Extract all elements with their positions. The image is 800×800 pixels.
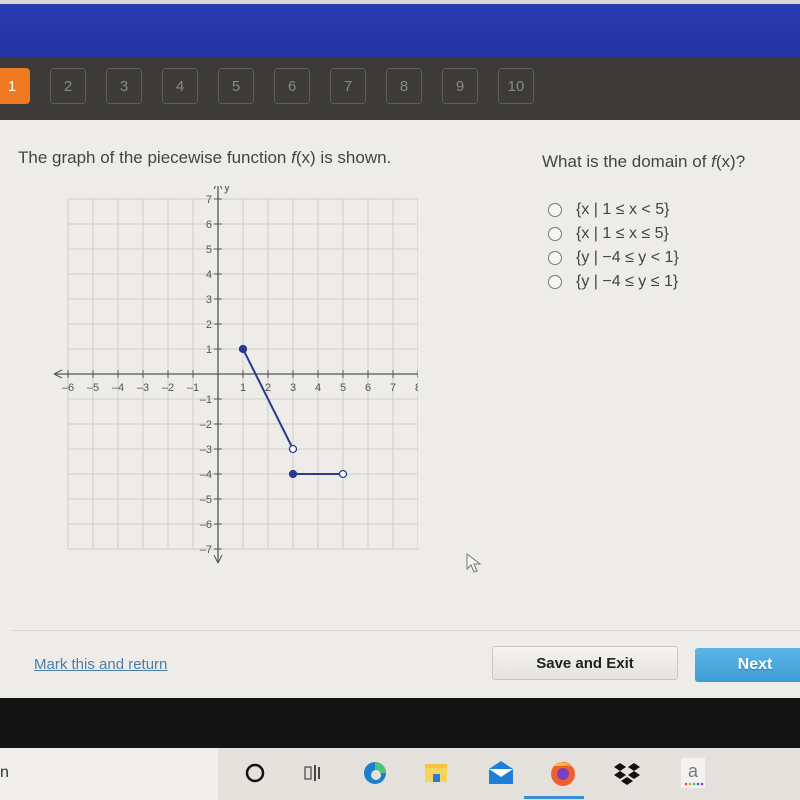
question-nav-button[interactable]: 1 [0, 68, 30, 104]
prompt-text: What is the domain of [542, 152, 712, 171]
taskbar: n a [0, 748, 800, 800]
question-nav-button[interactable]: 2 [50, 68, 86, 104]
y-tick-label: –2 [200, 419, 212, 431]
prompt-text-end: is shown. [315, 148, 392, 167]
closed-endpoint [238, 344, 248, 354]
x-tick-label: 2 [265, 382, 271, 394]
y-tick-label: –7 [200, 544, 212, 556]
question-nav-button[interactable]: 8 [386, 68, 422, 104]
dropbox-icon[interactable] [612, 758, 642, 788]
question-nav-button[interactable]: 7 [330, 68, 366, 104]
search-text: n [0, 764, 9, 781]
open-endpoint [338, 469, 348, 479]
y-tick-label: –1 [200, 394, 212, 406]
edge-icon[interactable] [360, 758, 390, 788]
cortana-icon[interactable] [240, 758, 270, 788]
y-tick-label: –3 [200, 444, 212, 456]
x-tick-label: 8 [415, 382, 418, 394]
file-explorer-icon[interactable] [421, 758, 451, 788]
x-tick-label: –6 [62, 382, 74, 394]
closed-endpoint [288, 469, 298, 479]
answer-options: {x | 1 ≤ x < 5} {x | 1 ≤ x ≤ 5} {y | −4 … [548, 198, 679, 294]
y-tick-label: 7 [206, 194, 212, 206]
x-tick-label: –2 [162, 382, 174, 394]
y-tick-label: 5 [206, 244, 212, 256]
x-tick-label: –3 [137, 382, 149, 394]
mail-icon[interactable] [486, 758, 516, 788]
radio-button[interactable] [548, 203, 562, 217]
active-app-indicator [524, 796, 584, 799]
x-tick-label: –4 [112, 382, 124, 394]
amazon-icon[interactable]: a [678, 758, 708, 788]
prompt-text-end: ? [735, 152, 746, 171]
y-tick-label: –6 [200, 519, 212, 531]
question-nav: 1 2 3 4 5 6 7 8 9 10 [0, 58, 800, 120]
question-nav-button[interactable]: 5 [218, 68, 254, 104]
y-axis-label: y [224, 186, 230, 194]
function-arg: (x) [295, 148, 316, 167]
function-arg: (x) [715, 152, 736, 171]
graph-prompt: The graph of the piecewise function f(x)… [18, 148, 391, 168]
answer-option[interactable]: {y | −4 ≤ y < 1} [548, 246, 679, 270]
open-endpoint [288, 444, 298, 454]
question-nav-button[interactable]: 6 [274, 68, 310, 104]
y-tick-label: 1 [206, 344, 212, 356]
header-bar [0, 4, 800, 62]
x-tick-label: 1 [240, 382, 246, 394]
radio-button[interactable] [548, 275, 562, 289]
option-label: {y | −4 ≤ y < 1} [576, 249, 679, 266]
y-tick-label: 3 [206, 294, 212, 306]
svg-text:a: a [688, 761, 699, 781]
x-tick-label: 7 [390, 382, 396, 394]
answer-option[interactable]: {x | 1 ≤ x ≤ 5} [548, 222, 679, 246]
x-tick-label: –5 [87, 382, 99, 394]
question-nav-button[interactable]: 4 [162, 68, 198, 104]
x-tick-label: –1 [187, 382, 199, 394]
x-tick-label: 4 [315, 382, 321, 394]
question-nav-button[interactable]: 10 [498, 68, 534, 104]
y-tick-label: –4 [200, 469, 212, 481]
y-tick-label: 4 [206, 269, 212, 281]
question-panel: The graph of the piecewise function f(x)… [0, 120, 800, 698]
next-button[interactable]: Next [695, 648, 800, 682]
option-label: {x | 1 ≤ x < 5} [576, 201, 670, 218]
piecewise-graph: –6 –5 –4 –3 –2 –1 1 2 3 4 5 6 7 8 –7 –6 –5 –4 –3 –2 –1 1 2 3 4 5 6… [53, 186, 418, 564]
question-prompt: What is the domain of f(x)? [542, 152, 745, 172]
answer-option[interactable]: {y | −4 ≤ y ≤ 1} [548, 270, 679, 294]
option-label: {x | 1 ≤ x ≤ 5} [576, 225, 669, 242]
x-tick-label: 6 [365, 382, 371, 394]
mark-and-return-link[interactable]: Mark this and return [34, 656, 167, 673]
radio-button[interactable] [548, 251, 562, 265]
x-tick-label: 3 [290, 382, 296, 394]
radio-button[interactable] [548, 227, 562, 241]
save-and-exit-button[interactable]: Save and Exit [492, 646, 678, 680]
mouse-cursor-icon [466, 553, 482, 573]
monitor-bezel [0, 698, 800, 748]
y-tick-label: –5 [200, 494, 212, 506]
y-tick-label: 2 [206, 319, 212, 331]
prompt-text: The graph of the piecewise function [18, 148, 292, 167]
answer-option[interactable]: {x | 1 ≤ x < 5} [548, 198, 679, 222]
option-label: {y | −4 ≤ y ≤ 1} [576, 273, 679, 290]
question-nav-button[interactable]: 3 [106, 68, 142, 104]
question-nav-button[interactable]: 9 [442, 68, 478, 104]
taskbar-search[interactable]: n [0, 748, 218, 800]
y-tick-label: 6 [206, 219, 212, 231]
firefox-icon[interactable] [548, 758, 578, 788]
x-tick-label: 5 [340, 382, 346, 394]
divider [10, 630, 800, 631]
task-view-icon[interactable] [298, 758, 328, 788]
